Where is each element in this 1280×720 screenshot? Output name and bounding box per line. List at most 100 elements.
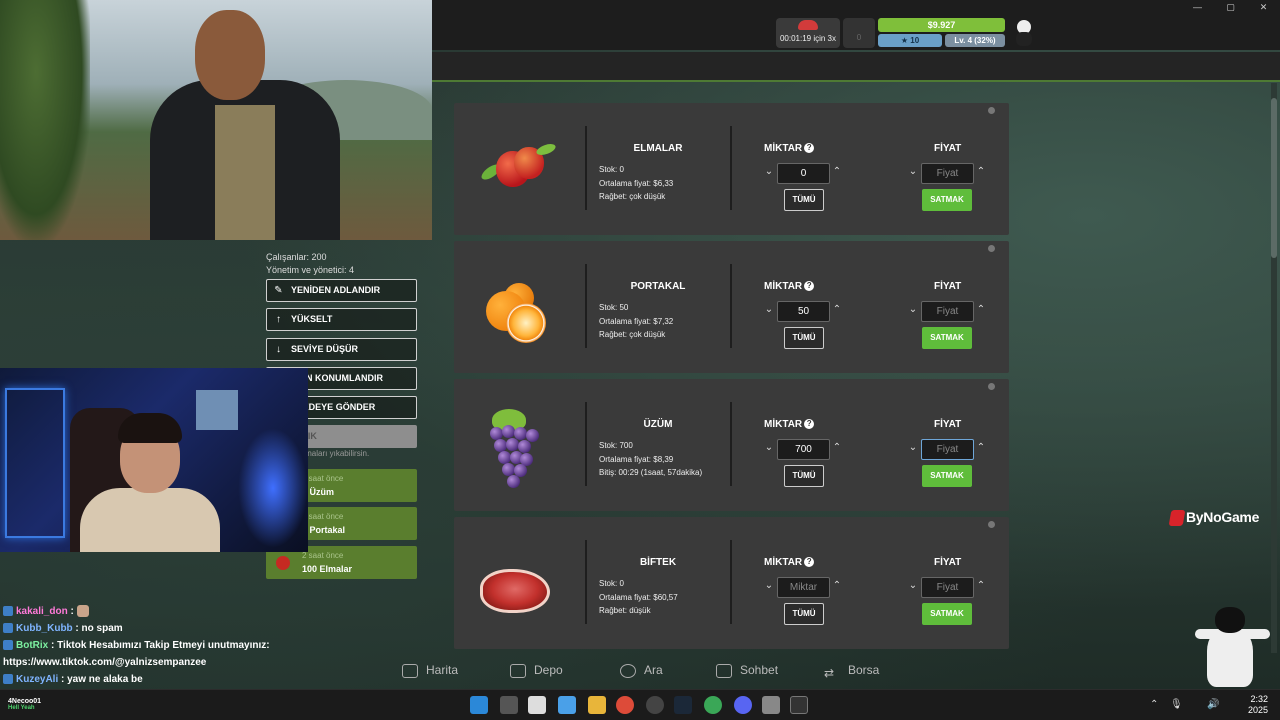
minimize-button[interactable]: —: [1181, 0, 1214, 14]
chrome-alt-icon[interactable]: [704, 696, 722, 714]
folder-icon[interactable]: [588, 696, 606, 714]
chrome-icon[interactable]: [616, 696, 634, 714]
pin-icon[interactable]: [988, 383, 995, 390]
market-item-steak: BİFTEK Stok: 0 Ortalama fiyat: $60,57 Ra…: [454, 517, 1009, 649]
quantity-label: MİKTAR?: [764, 557, 844, 568]
close-button[interactable]: ✕: [1247, 0, 1280, 14]
quantity-input[interactable]: [777, 577, 830, 598]
all-button[interactable]: TÜMÜ: [784, 465, 824, 487]
chevron-down-icon[interactable]: ⌄: [763, 166, 775, 177]
activity-time: 2 saat önce: [302, 551, 344, 560]
quantity-input[interactable]: [777, 439, 830, 460]
upgrade-button[interactable]: ↑ YÜKSELT: [266, 308, 417, 331]
chevron-up-icon[interactable]: ⌃: [975, 166, 987, 177]
nav-chat[interactable]: Sohbet: [716, 661, 778, 679]
help-icon[interactable]: ?: [804, 143, 815, 154]
sell-button[interactable]: SATMAK: [922, 603, 972, 625]
scrollbar[interactable]: [1271, 83, 1277, 653]
chat-text: Tiktok Hesabımızı Takip Etmeyi unutmayın…: [57, 640, 270, 651]
all-button[interactable]: TÜMÜ: [784, 189, 824, 211]
quantity-label: MİKTAR?: [764, 281, 844, 292]
building-info: Çalışanlar: 200 Yönetim ve yönetici: 4: [266, 240, 418, 277]
all-button[interactable]: TÜMÜ: [784, 603, 824, 625]
all-button[interactable]: TÜMÜ: [784, 327, 824, 349]
chevron-down-icon[interactable]: ⌄: [763, 304, 775, 315]
nav-exchange[interactable]: ⇄ Borsa: [824, 661, 879, 680]
chevron-up-icon[interactable]: ⌃: [975, 442, 987, 453]
chevron-up-icon[interactable]: ⌃: [975, 580, 987, 591]
downgrade-button[interactable]: ↓ SEVİYE DÜŞÜR: [266, 338, 417, 361]
chevron-down-icon[interactable]: ⌄: [763, 442, 775, 453]
start-icon[interactable]: [470, 696, 488, 714]
apple-icon: [474, 133, 557, 213]
sell-button[interactable]: SATMAK: [922, 465, 972, 487]
chevron-down-icon[interactable]: ⌄: [907, 442, 919, 453]
task-view-icon[interactable]: [500, 696, 518, 714]
rename-button[interactable]: ✎ YENİDEN ADLANDIR: [266, 279, 417, 302]
search-icon: [620, 663, 636, 678]
microphone-icon[interactable]: 🎙: [1170, 699, 1183, 710]
chevron-up-icon[interactable]: ⌃: [831, 304, 843, 315]
pin-icon[interactable]: [988, 521, 995, 528]
help-icon[interactable]: ?: [804, 281, 815, 292]
chevron-up-icon[interactable]: ⌃: [831, 580, 843, 591]
chat-text: no spam: [81, 623, 123, 634]
item-stock: Stok: 50: [599, 303, 629, 312]
bottom-navigation: Harita Depo Ara Sohbet ⇄ Borsa: [390, 652, 890, 688]
app-icon[interactable]: [528, 696, 546, 714]
photos-icon[interactable]: [558, 696, 576, 714]
price-input[interactable]: [921, 163, 974, 184]
nav-storage[interactable]: Depo: [510, 661, 563, 679]
chat-badge-icon: [3, 674, 13, 685]
price-input[interactable]: [921, 439, 974, 460]
help-icon[interactable]: ?: [804, 557, 815, 568]
price-label: FİYAT: [934, 557, 962, 568]
chevron-down-icon[interactable]: ⌄: [907, 580, 919, 591]
item-expiry: Bitiş: 00:29 (1saat, 57dakika): [599, 468, 703, 477]
obs-icon[interactable]: [646, 696, 664, 714]
chevron-down-icon[interactable]: ⌄: [907, 166, 919, 177]
chevron-down-icon[interactable]: ⌄: [763, 580, 775, 591]
clock[interactable]: 2:32 2025: [1248, 694, 1268, 716]
volume-icon[interactable]: 🔊: [1207, 699, 1219, 710]
tray-chevron-icon[interactable]: ⌃: [1150, 699, 1158, 710]
nav-search[interactable]: Ara: [620, 661, 663, 679]
nav-map[interactable]: Harita: [402, 661, 458, 679]
chat-badge-icon: [3, 640, 13, 651]
sell-button[interactable]: SATMAK: [922, 327, 972, 349]
discord-icon[interactable]: [734, 696, 752, 714]
boost-timer[interactable]: 00:01:19 için 3x: [776, 18, 840, 48]
hud-slot[interactable]: 0: [843, 18, 875, 48]
price-label: FİYAT: [934, 419, 962, 430]
sell-button[interactable]: SATMAK: [922, 189, 972, 211]
steam-icon[interactable]: [674, 696, 692, 714]
market-item-apples: ELMALAR Stok: 0 Ortalama fiyat: $6,33 Ra…: [454, 103, 1009, 235]
pin-icon[interactable]: [988, 107, 995, 114]
pin-icon[interactable]: [988, 245, 995, 252]
item-stock: Stok: 0: [599, 579, 624, 588]
chevron-up-icon[interactable]: ⌃: [831, 166, 843, 177]
scrollbar-thumb[interactable]: [1271, 98, 1277, 258]
map-icon: [402, 663, 418, 678]
quantity-input[interactable]: [777, 163, 830, 184]
quantity-label-text: MİKTAR: [764, 557, 803, 568]
quantity-input[interactable]: [777, 301, 830, 322]
chevron-down-icon[interactable]: ⌄: [907, 304, 919, 315]
item-stock: Stok: 700: [599, 441, 633, 450]
media-icon[interactable]: [762, 696, 780, 714]
watermark-text: ByNoGame: [1186, 509, 1260, 525]
hud-slot-value: 0: [856, 33, 862, 42]
chevron-up-icon[interactable]: ⌃: [831, 442, 843, 453]
chat-icon: [716, 663, 732, 678]
game-app-icon[interactable]: [790, 696, 808, 714]
price-input[interactable]: [921, 301, 974, 322]
quantity-label: MİKTAR?: [764, 143, 844, 154]
maximize-button[interactable]: ▢: [1214, 0, 1247, 14]
activity-time: 2 saat önce: [302, 474, 344, 483]
price-label: FİYAT: [934, 143, 962, 154]
chat-badge-icon: [3, 623, 13, 634]
player-avatar[interactable]: [1013, 16, 1035, 46]
help-icon[interactable]: ?: [804, 419, 815, 430]
price-input[interactable]: [921, 577, 974, 598]
chevron-up-icon[interactable]: ⌃: [975, 304, 987, 315]
